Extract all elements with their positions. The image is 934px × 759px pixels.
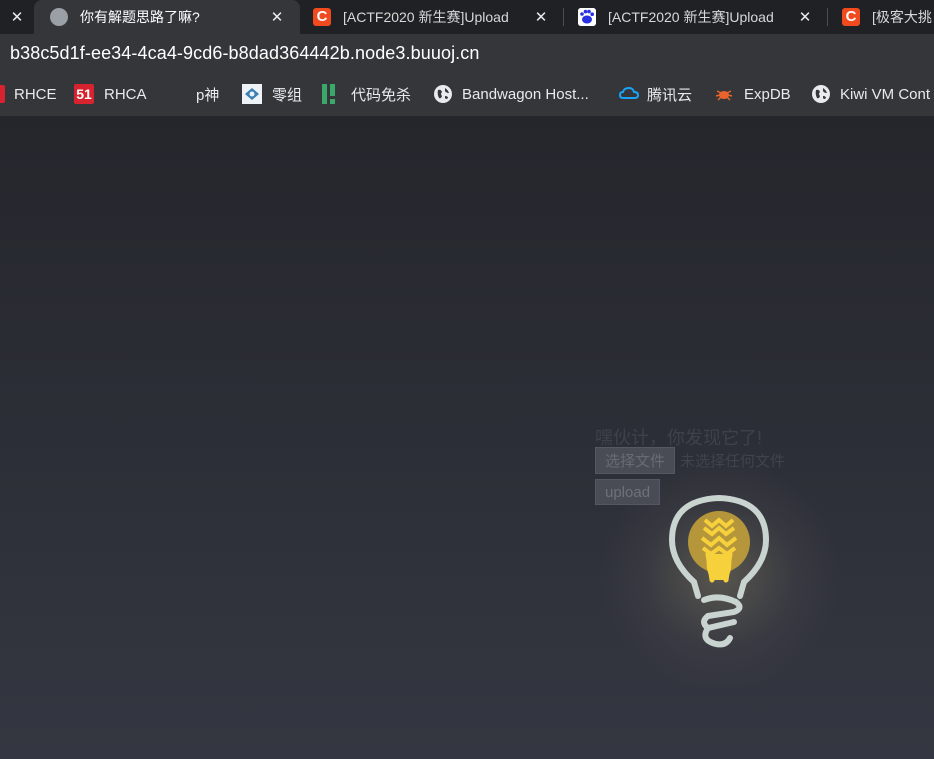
close-icon[interactable]: ✕ [8, 8, 26, 26]
bookmark-label: RHCA [104, 85, 147, 103]
bookmark-label: 代码免杀 [351, 86, 412, 104]
bookmark-tencent-cloud[interactable]: 腾讯云 [618, 72, 714, 116]
bookmark-zero-group[interactable]: 零组 [242, 72, 322, 116]
url-text[interactable]: b38c5d1f-ee34-4ca4-9cd6-b8dad364442b.nod… [10, 43, 480, 64]
bookmark-label: 腾讯云 [647, 86, 693, 104]
close-icon[interactable]: ✕ [268, 8, 286, 26]
address-bar[interactable]: b38c5d1f-ee34-4ca4-9cd6-b8dad364442b.nod… [0, 34, 934, 72]
bookmark-bandwagon[interactable]: Bandwagon Host... [433, 72, 619, 116]
globe-icon [433, 84, 453, 104]
tab[interactable]: C [极客大挑 [828, 0, 934, 34]
tab-title: [极客大挑 [872, 9, 932, 25]
bookmark-label: p神 [196, 86, 220, 104]
bookmarks-bar: RHCE 51 RHCA p神 零组 代码免杀 Bandwagon Host..… [0, 72, 934, 116]
bookmark-label: Bandwagon Host... [462, 85, 589, 103]
tab-active[interactable]: 你有解题思路了嘛? ✕ [34, 0, 300, 34]
close-icon[interactable]: ✕ [532, 8, 550, 26]
tab-strip: ✕ 你有解题思路了嘛? ✕ C [ACTF2020 新生赛]Upload ✕ [… [0, 0, 934, 34]
tab-title: [ACTF2020 新生赛]Upload [608, 9, 774, 25]
bookmark-rhce[interactable]: RHCE [0, 72, 74, 116]
bookmark-code[interactable]: 代码免杀 [322, 72, 433, 116]
cloud-icon [618, 84, 640, 104]
51-icon: 51 [74, 84, 94, 104]
file-input[interactable]: 选择文件 未选择任何文件 [595, 447, 785, 474]
tab-title: 你有解题思路了嘛? [80, 9, 200, 25]
tab-partial[interactable]: ✕ [0, 0, 34, 34]
bookmark-label: ExpDB [744, 85, 791, 103]
lightbulb-icon[interactable] [664, 490, 776, 657]
bookmark-expdb[interactable]: ExpDB [714, 72, 811, 116]
code-icon [322, 84, 342, 104]
globe-icon [50, 8, 68, 26]
tab[interactable]: [ACTF2020 新生赛]Upload ✕ [564, 0, 828, 34]
bookmark-label: Kiwi VM Cont [840, 85, 931, 103]
zero-group-icon [242, 84, 262, 104]
csdn-icon: C [842, 8, 860, 26]
upload-button[interactable]: upload [595, 479, 661, 505]
bug-icon [714, 84, 734, 104]
baidu-icon [578, 8, 596, 26]
bookmark-label: RHCE [14, 85, 57, 103]
choose-file-button[interactable]: 选择文件 [595, 447, 676, 474]
bookmark-rhca[interactable]: 51 RHCA [74, 72, 196, 116]
bookmark-kiwi[interactable]: Kiwi VM Cont [811, 72, 934, 116]
tab[interactable]: C [ACTF2020 新生赛]Upload ✕ [300, 0, 564, 34]
close-icon[interactable]: ✕ [796, 8, 814, 26]
bookmark-pshen[interactable]: p神 [196, 72, 242, 116]
csdn-icon: C [313, 8, 331, 26]
rhce-icon [0, 85, 5, 103]
globe-icon [811, 84, 831, 104]
tab-title: [ACTF2020 新生赛]Upload [343, 9, 509, 25]
file-status: 未选择任何文件 [680, 453, 786, 470]
bookmark-label: 零组 [272, 86, 303, 104]
